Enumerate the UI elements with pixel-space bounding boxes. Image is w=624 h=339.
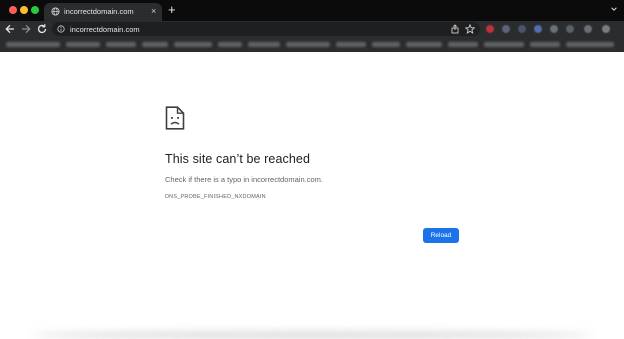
new-tab-button[interactable]: + <box>168 3 176 17</box>
site-info-icon[interactable] <box>57 25 65 33</box>
bookmark-item[interactable] <box>530 42 560 47</box>
browser-window: incorrectdomain.com × + incorrectdomain.… <box>0 0 624 339</box>
bookmark-item[interactable] <box>248 42 280 47</box>
toolbar: incorrectdomain.com <box>0 21 624 37</box>
active-tab[interactable]: incorrectdomain.com × <box>44 3 162 21</box>
globe-icon <box>51 7 60 16</box>
tab-close-button[interactable]: × <box>151 6 156 16</box>
bookmark-item[interactable] <box>106 42 136 47</box>
extension-icon[interactable] <box>534 25 542 33</box>
share-icon[interactable] <box>450 24 460 34</box>
extension-icon[interactable] <box>518 25 526 33</box>
back-button[interactable] <box>4 23 16 35</box>
minimize-window-button[interactable] <box>20 6 28 14</box>
bookmark-item[interactable] <box>484 42 524 47</box>
sad-document-icon <box>165 106 185 130</box>
bookmark-item[interactable] <box>286 42 330 47</box>
bookmark-item[interactable] <box>566 42 614 47</box>
tab-title: incorrectdomain.com <box>64 7 134 16</box>
extension-icon[interactable] <box>550 25 558 33</box>
bookmark-item[interactable] <box>174 42 212 47</box>
address-bar[interactable]: incorrectdomain.com <box>52 22 480 36</box>
extension-icon[interactable] <box>602 25 610 33</box>
error-message: Check if there is a typo in incorrectdom… <box>165 175 323 184</box>
extension-icon[interactable] <box>584 25 592 33</box>
extension-icon[interactable] <box>502 25 510 33</box>
bookmarks-bar <box>0 37 624 52</box>
bookmark-item[interactable] <box>6 42 60 47</box>
url-text[interactable]: incorrectdomain.com <box>70 25 140 34</box>
bookmark-item[interactable] <box>372 42 400 47</box>
extension-icon[interactable] <box>486 25 494 33</box>
star-icon[interactable] <box>465 24 475 34</box>
reload-button[interactable] <box>36 23 48 35</box>
bookmark-item[interactable] <box>142 42 168 47</box>
error-title: This site can’t be reached <box>165 152 311 166</box>
bookmark-item[interactable] <box>448 42 478 47</box>
bookmark-item[interactable] <box>336 42 366 47</box>
error-page: This site can’t be reached Check if ther… <box>0 52 624 339</box>
zoom-window-button[interactable] <box>31 6 39 14</box>
close-window-button[interactable] <box>9 6 17 14</box>
chevron-down-icon[interactable] <box>610 5 618 13</box>
forward-button[interactable] <box>20 23 32 35</box>
error-code: DNS_PROBE_FINISHED_NXDOMAIN <box>165 194 266 200</box>
extension-icon[interactable] <box>566 25 574 33</box>
bookmark-item[interactable] <box>218 42 242 47</box>
window-shadow <box>30 331 594 339</box>
bookmark-item[interactable] <box>406 42 442 47</box>
reload-button[interactable]: Reload <box>423 228 459 243</box>
tab-strip: incorrectdomain.com × + <box>0 0 624 21</box>
bookmark-item[interactable] <box>66 42 100 47</box>
